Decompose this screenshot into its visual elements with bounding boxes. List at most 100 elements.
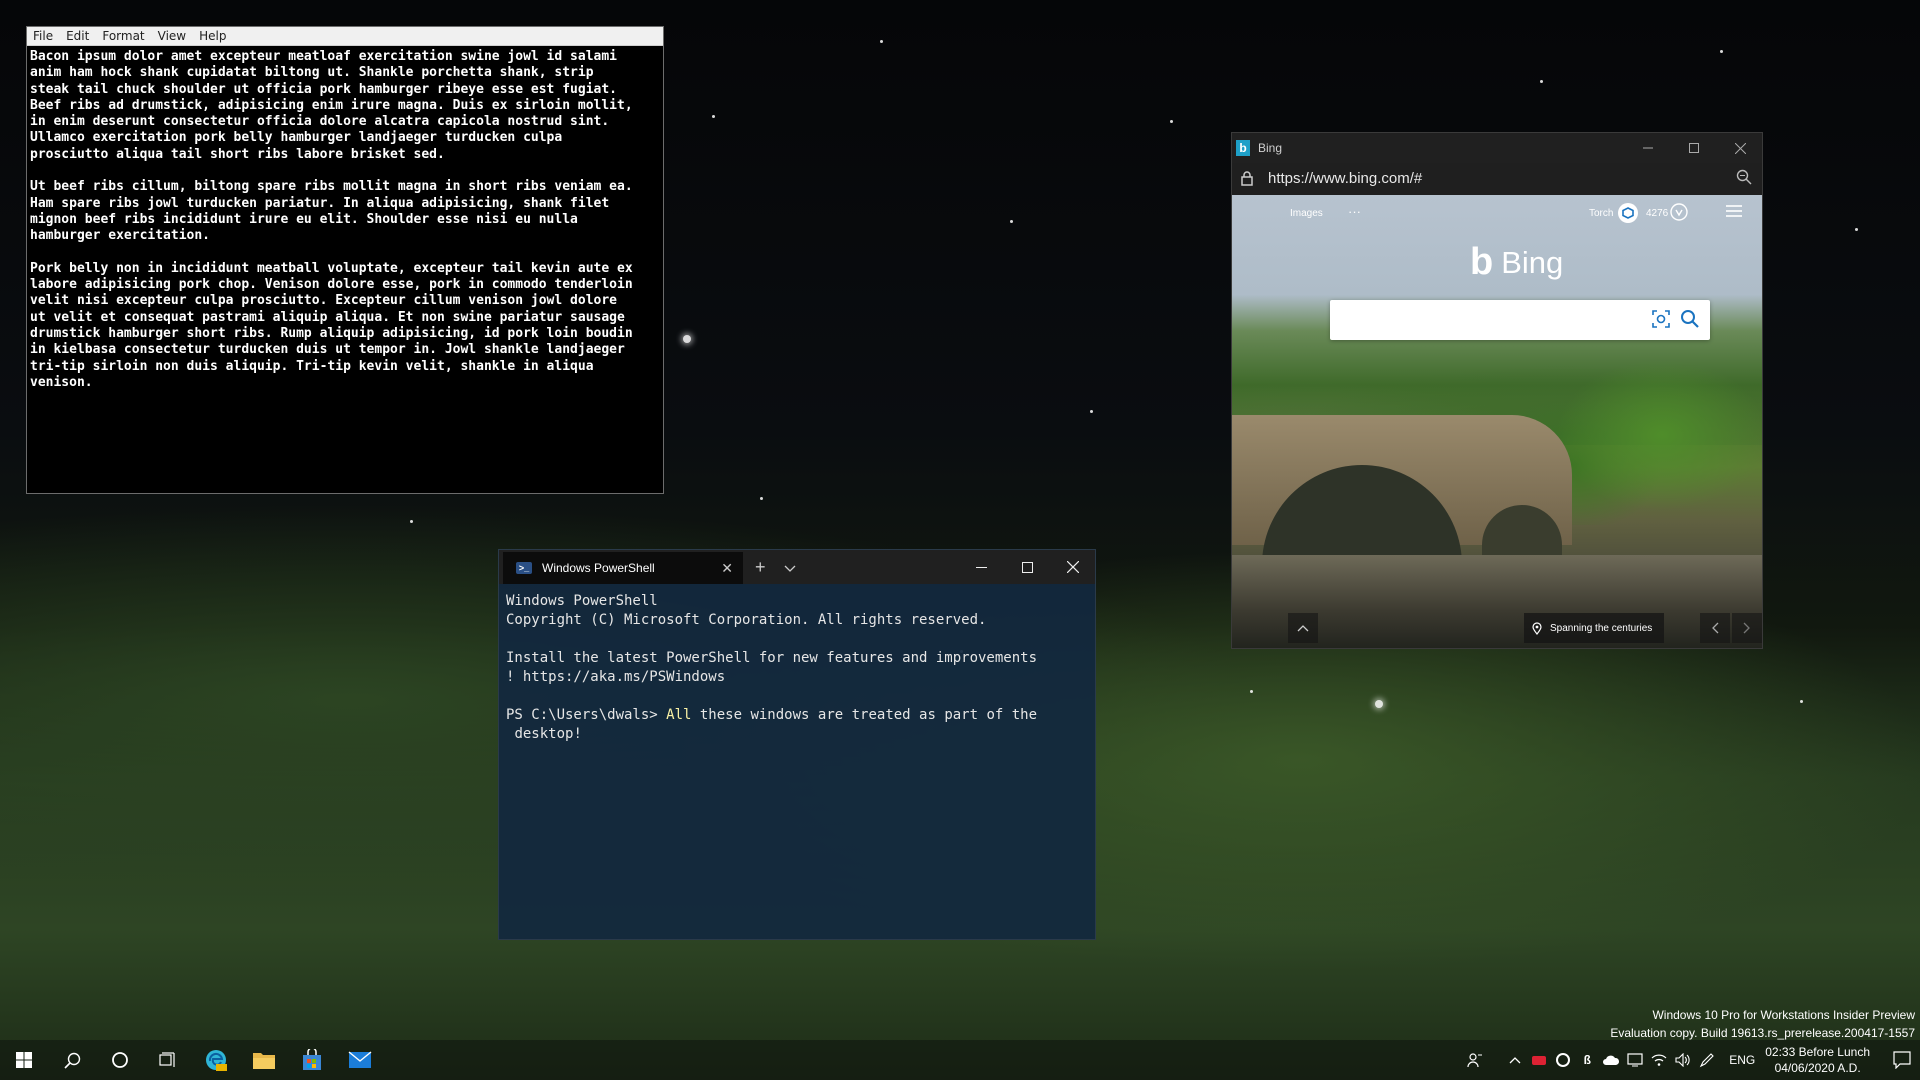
maximize-icon bbox=[1689, 143, 1699, 153]
star bbox=[1170, 120, 1173, 123]
star bbox=[410, 520, 413, 523]
notification-icon bbox=[1893, 1051, 1911, 1069]
new-tab-button[interactable]: + bbox=[755, 557, 766, 578]
output-line: Install the latest PowerShell for new fe… bbox=[506, 650, 1038, 666]
show-hidden-icons-chevron-icon[interactable] bbox=[1503, 1040, 1527, 1080]
star bbox=[1800, 700, 1803, 703]
star bbox=[880, 40, 883, 43]
previous-image-button[interactable] bbox=[1700, 613, 1730, 643]
volume-icon[interactable] bbox=[1671, 1040, 1695, 1080]
tray-app-icon[interactable] bbox=[1527, 1040, 1551, 1080]
image-caption[interactable]: Spanning the centuries bbox=[1524, 613, 1665, 643]
command-text: these windows are treated as part of the bbox=[691, 707, 1038, 723]
maximize-button[interactable] bbox=[1004, 550, 1050, 584]
notepad-menubar: File Edit Format View Help bbox=[27, 27, 663, 46]
prompt: PS C:\Users\dwals> bbox=[506, 707, 667, 723]
terminal-output[interactable]: Windows PowerShell Copyright (C) Microso… bbox=[499, 584, 1095, 752]
cortana-button[interactable] bbox=[96, 1040, 144, 1080]
url-text[interactable]: https://www.bing.com/# bbox=[1268, 170, 1422, 187]
user-avatar-icon[interactable] bbox=[1618, 203, 1638, 223]
mail-button[interactable] bbox=[336, 1040, 384, 1080]
star bbox=[1720, 50, 1723, 53]
star bbox=[712, 115, 715, 118]
cortana-icon bbox=[112, 1052, 128, 1068]
chevron-down-icon[interactable] bbox=[784, 562, 796, 576]
tab-title: Windows PowerShell bbox=[542, 561, 655, 575]
user-name[interactable]: Torch bbox=[1589, 208, 1613, 219]
bing-browser-window[interactable]: b Bing https://www.bing.com/# Images ···… bbox=[1231, 132, 1763, 649]
store-button[interactable] bbox=[288, 1040, 336, 1080]
task-view-button[interactable] bbox=[144, 1040, 192, 1080]
magnifier-icon[interactable] bbox=[1680, 309, 1700, 334]
address-bar[interactable]: https://www.bing.com/# bbox=[1232, 163, 1762, 193]
menu-format[interactable]: Format bbox=[102, 29, 144, 43]
start-button[interactable] bbox=[0, 1040, 48, 1080]
star bbox=[1250, 690, 1253, 693]
action-center-button[interactable] bbox=[1884, 1051, 1920, 1069]
edge-canary-button[interactable] bbox=[192, 1040, 240, 1080]
lock-icon bbox=[1232, 170, 1262, 186]
bing-window-title: Bing bbox=[1258, 141, 1283, 155]
display-icon[interactable] bbox=[1623, 1040, 1647, 1080]
zoom-icon[interactable] bbox=[1736, 169, 1752, 189]
hamburger-menu-icon[interactable] bbox=[1726, 204, 1742, 223]
output-line: Copyright (C) Microsoft Corporation. All… bbox=[506, 612, 987, 628]
minimize-button[interactable] bbox=[1625, 133, 1671, 163]
menu-help[interactable]: Help bbox=[199, 29, 226, 43]
clock-date: 04/06/2020 A.D. bbox=[1774, 1061, 1861, 1075]
close-button[interactable] bbox=[1050, 550, 1096, 584]
scroll-up-button[interactable] bbox=[1288, 613, 1318, 643]
search-input[interactable] bbox=[1342, 300, 1642, 338]
onedrive-cloud-icon[interactable] bbox=[1599, 1040, 1623, 1080]
rewards-points[interactable]: 4276 bbox=[1646, 208, 1668, 219]
system-tray: ß ENG 02:33 Before Lunch 04/06/2020 A.D. bbox=[1463, 1040, 1920, 1080]
menu-view[interactable]: View bbox=[158, 29, 186, 43]
clock[interactable]: 02:33 Before Lunch 04/06/2020 A.D. bbox=[1765, 1044, 1870, 1076]
images-link[interactable]: Images bbox=[1290, 208, 1323, 219]
wifi-icon[interactable] bbox=[1647, 1040, 1671, 1080]
tab-close-icon[interactable]: ✕ bbox=[721, 560, 733, 577]
rewards-icon[interactable] bbox=[1670, 203, 1688, 226]
chevron-right-icon bbox=[1743, 622, 1750, 634]
notepad-text-area[interactable]: Bacon ipsum dolor amet excepteur meatloa… bbox=[27, 46, 663, 493]
search-box[interactable] bbox=[1330, 300, 1710, 340]
search-button[interactable] bbox=[48, 1040, 96, 1080]
menu-file[interactable]: File bbox=[33, 29, 53, 43]
location-pin-icon bbox=[1532, 621, 1542, 635]
powershell-icon: >_ bbox=[516, 562, 532, 574]
pen-ink-icon[interactable] bbox=[1695, 1040, 1719, 1080]
terminal-window[interactable]: >_ Windows PowerShell ✕ + Windows PowerS… bbox=[498, 549, 1096, 940]
bluetooth-icon[interactable]: ß bbox=[1575, 1040, 1599, 1080]
minimize-icon bbox=[1643, 147, 1653, 149]
maximize-button[interactable] bbox=[1671, 133, 1717, 163]
bing-logo-icon: b bbox=[1236, 140, 1250, 156]
sync-icon[interactable] bbox=[1551, 1040, 1575, 1080]
star bbox=[1375, 700, 1383, 708]
minimize-button[interactable] bbox=[958, 550, 1004, 584]
mail-icon bbox=[348, 1051, 372, 1068]
watermark-edition: Windows 10 Pro for Workstations Insider … bbox=[1652, 1008, 1915, 1022]
tab-windows-powershell[interactable]: >_ Windows PowerShell ✕ bbox=[503, 552, 743, 584]
close-button[interactable] bbox=[1717, 133, 1763, 163]
star bbox=[1090, 410, 1093, 413]
chevron-left-icon bbox=[1712, 622, 1719, 634]
file-explorer-button[interactable] bbox=[240, 1040, 288, 1080]
input-language[interactable]: ENG bbox=[1729, 1053, 1755, 1067]
people-icon[interactable] bbox=[1463, 1040, 1487, 1080]
star bbox=[683, 335, 691, 343]
menu-edit[interactable]: Edit bbox=[66, 29, 89, 43]
bing-homepage: Images ··· Torch 4276 b Bing Spanning th… bbox=[1232, 195, 1762, 648]
close-icon bbox=[1067, 561, 1079, 573]
bing-b-icon: b bbox=[1470, 241, 1494, 283]
task-view-icon bbox=[159, 1052, 175, 1067]
notepad-window[interactable]: File Edit Format View Help Bacon ipsum d… bbox=[26, 26, 664, 494]
caption-text: Spanning the centuries bbox=[1550, 622, 1653, 634]
bing-titlebar[interactable]: b Bing bbox=[1232, 133, 1762, 163]
clock-time: 02:33 Before Lunch bbox=[1765, 1045, 1870, 1059]
more-menu[interactable]: ··· bbox=[1348, 204, 1361, 219]
store-icon bbox=[303, 1049, 321, 1070]
taskbar: ß ENG 02:33 Before Lunch 04/06/2020 A.D. bbox=[0, 1040, 1920, 1080]
camera-icon[interactable] bbox=[1652, 310, 1670, 333]
next-image-button[interactable] bbox=[1732, 613, 1762, 643]
terminal-tabbar[interactable]: >_ Windows PowerShell ✕ + bbox=[499, 550, 1095, 584]
